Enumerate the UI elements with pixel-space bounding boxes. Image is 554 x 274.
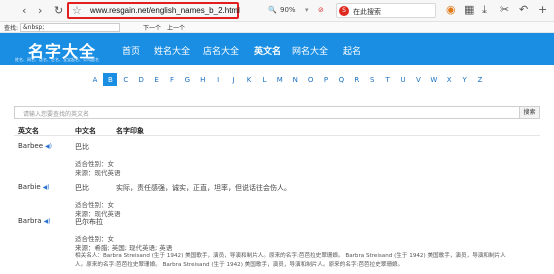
- letter-g[interactable]: G: [180, 73, 194, 86]
- cut-icon[interactable]: ✂: [500, 4, 509, 16]
- dropdown-icon[interactable]: ▾: [305, 6, 309, 14]
- letter-s[interactable]: S: [365, 73, 379, 86]
- chinese-name: 巴比: [75, 143, 89, 151]
- menu-surnames[interactable]: 姓名大全: [154, 44, 190, 57]
- letter-j[interactable]: J: [227, 73, 241, 86]
- block-icon[interactable]: ⊘: [318, 6, 324, 14]
- table-row-name[interactable]: Barbee ◀): [18, 142, 52, 150]
- letter-d[interactable]: D: [134, 73, 148, 86]
- name-search-input[interactable]: 请输入您要查找的英文名: [14, 106, 540, 119]
- browser-search[interactable]: S 在此搜索: [336, 3, 436, 18]
- find-input[interactable]: &nbsp;: [20, 23, 120, 32]
- letter-r[interactable]: R: [350, 73, 364, 86]
- letter-h[interactable]: H: [196, 73, 210, 86]
- letter-b[interactable]: B: [103, 73, 118, 86]
- letter-k[interactable]: K: [242, 73, 256, 86]
- address-bar[interactable]: www.resgain.net/english_names_b_2.html: [90, 6, 240, 15]
- letter-i[interactable]: I: [211, 73, 225, 86]
- origin: 来源：现代英语: [75, 169, 121, 177]
- letter-w[interactable]: W: [427, 73, 441, 86]
- menu-net-names[interactable]: 网名大全: [292, 44, 328, 57]
- menu-naming[interactable]: 起名: [343, 44, 361, 57]
- game-icon[interactable]: ◉: [446, 4, 456, 16]
- letter-z[interactable]: Z: [473, 73, 487, 86]
- letter-t[interactable]: T: [381, 73, 395, 86]
- speaker-icon[interactable]: ◀): [43, 184, 50, 191]
- letter-a[interactable]: A: [88, 73, 102, 86]
- apps-icon[interactable]: ▦: [464, 4, 474, 16]
- find-bar: 查找: &nbsp; 下一个 上一个: [0, 22, 554, 33]
- letter-q[interactable]: Q: [334, 73, 348, 86]
- zoom-icon[interactable]: 🔍: [268, 6, 277, 14]
- related-celebrity: 相关名人：Barbra Streisand (生于 1942) 美国歌手，演员，…: [75, 253, 506, 259]
- related-celebrity-cont: 人。原来的名字:芭芭拉史翠珊娘。 Barbra Streisand (生于 19…: [75, 262, 404, 268]
- letter-m[interactable]: M: [273, 73, 287, 86]
- english-name[interactable]: Barbie: [18, 183, 41, 191]
- undo-icon[interactable]: ↶: [519, 4, 528, 16]
- letter-e[interactable]: E: [150, 73, 164, 86]
- letter-v[interactable]: V: [411, 73, 425, 86]
- letter-o[interactable]: O: [304, 73, 318, 86]
- impression: 实际，责任感强，诚实，正直，坦率，但说话往会伤人。: [116, 184, 291, 192]
- search-engine-icon: S: [339, 6, 349, 16]
- menu-english-names[interactable]: 英文名: [254, 44, 281, 57]
- find-prev-button[interactable]: 上一个: [167, 23, 185, 32]
- speaker-icon[interactable]: ◀): [45, 143, 52, 150]
- letter-y[interactable]: Y: [458, 73, 472, 86]
- find-label: 查找:: [4, 25, 19, 32]
- site-logo-subtitle: 姓名、网名、店名、企名、宝宝起名、公司起名: [15, 57, 99, 62]
- add-icon[interactable]: +: [538, 4, 547, 16]
- forward-icon[interactable]: ›: [38, 5, 42, 17]
- letter-f[interactable]: F: [165, 73, 179, 86]
- letter-l[interactable]: L: [257, 73, 271, 86]
- letter-c[interactable]: C: [119, 73, 133, 86]
- browser-search-placeholder: 在此搜索: [353, 8, 381, 16]
- letter-p[interactable]: P: [319, 73, 333, 86]
- download-icon[interactable]: ⤓: [482, 4, 487, 16]
- letter-x[interactable]: X: [442, 73, 456, 86]
- english-name[interactable]: Barbra: [18, 217, 42, 225]
- speaker-icon[interactable]: ◀): [44, 218, 51, 225]
- name-search-placeholder: 请输入您要查找的英文名: [23, 111, 90, 118]
- header-divider: [14, 135, 540, 136]
- menu-home[interactable]: 首页: [122, 44, 140, 57]
- browser-toolbar: ‹ › ↻ ☆ www.resgain.net/english_names_b_…: [0, 0, 554, 22]
- letter-u[interactable]: U: [396, 73, 410, 86]
- search-button[interactable]: 搜索: [519, 106, 540, 119]
- table-row-name[interactable]: Barbie ◀): [18, 183, 50, 191]
- find-next-button[interactable]: 下一个: [143, 23, 161, 32]
- back-icon[interactable]: ‹: [22, 5, 26, 17]
- chinese-name: 巴尔布拉: [75, 218, 103, 226]
- letter-n[interactable]: N: [288, 73, 302, 86]
- refresh-icon[interactable]: ↻: [54, 5, 63, 17]
- english-name[interactable]: Barbee: [18, 142, 43, 150]
- table-row-name[interactable]: Barbra ◀): [18, 217, 51, 225]
- zoom-level[interactable]: 90%: [280, 6, 296, 14]
- chinese-name: 巴比: [75, 184, 89, 192]
- menu-shop-names[interactable]: 店名大全: [203, 44, 239, 57]
